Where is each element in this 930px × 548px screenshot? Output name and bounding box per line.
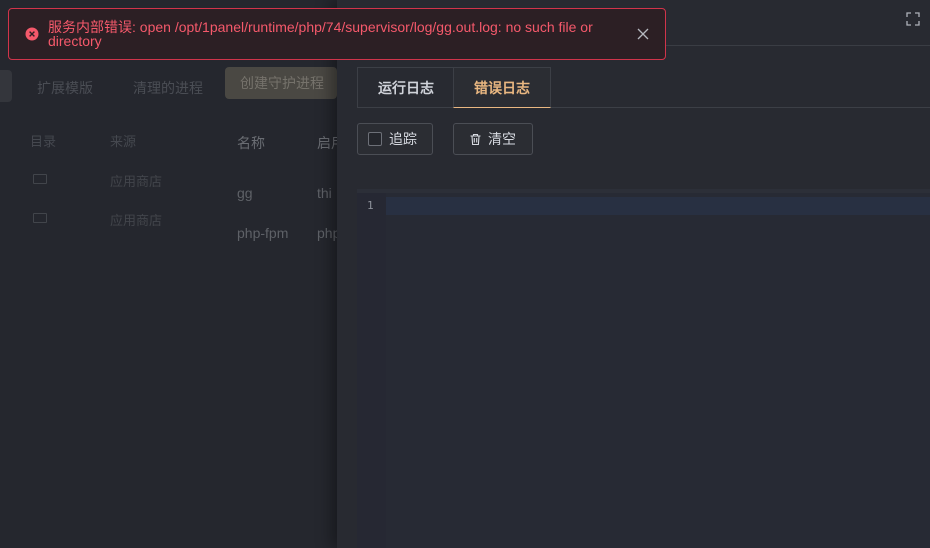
editor-gutter: 1 (357, 193, 386, 548)
tab-extension-template: 扩展模版 (37, 80, 93, 96)
table-cell-value: thi (317, 185, 332, 201)
table-cell-name: php-fpm (237, 225, 289, 241)
follow-checkbox[interactable] (368, 132, 382, 146)
table-header-name: 名称 (237, 135, 265, 151)
error-circle-icon (25, 27, 39, 41)
sub-table-header-directory: 目录 (30, 134, 57, 149)
line-number: 1 (367, 199, 374, 212)
log-editor[interactable]: 1 (357, 193, 930, 548)
sub-table-header-source: 来源 (110, 134, 137, 149)
log-tabs: 运行日志 错误日志 (357, 67, 930, 108)
sub-table-cell-source: 应用商店 (110, 174, 163, 189)
clear-label: 清空 (488, 131, 516, 147)
clear-button[interactable]: 清空 (453, 123, 533, 155)
error-message: 服务内部错误: open /opt/1panel/runtime/php/74/… (48, 19, 593, 49)
follow-toggle[interactable]: 追踪 (357, 123, 433, 155)
trash-icon (469, 133, 482, 146)
sub-table-cell-source: 应用商店 (110, 213, 163, 228)
tab-run-log[interactable]: 运行日志 (357, 67, 454, 108)
close-icon[interactable] (637, 28, 649, 40)
tab-cleaned-process: 清理的进程 (133, 80, 203, 96)
create-daemon-button: 创建守护进程 (225, 67, 337, 99)
error-notification: 服务内部错误: open /opt/1panel/runtime/php/74/… (8, 8, 666, 60)
tab-error-log[interactable]: 错误日志 (453, 67, 551, 108)
table-cell-name: gg (237, 185, 253, 201)
fullscreen-icon[interactable] (906, 12, 920, 26)
folder-icon (33, 213, 47, 223)
follow-label: 追踪 (389, 131, 417, 147)
folder-icon (33, 174, 47, 184)
active-line[interactable] (386, 197, 930, 215)
sidebar-tab-edge (0, 70, 12, 102)
